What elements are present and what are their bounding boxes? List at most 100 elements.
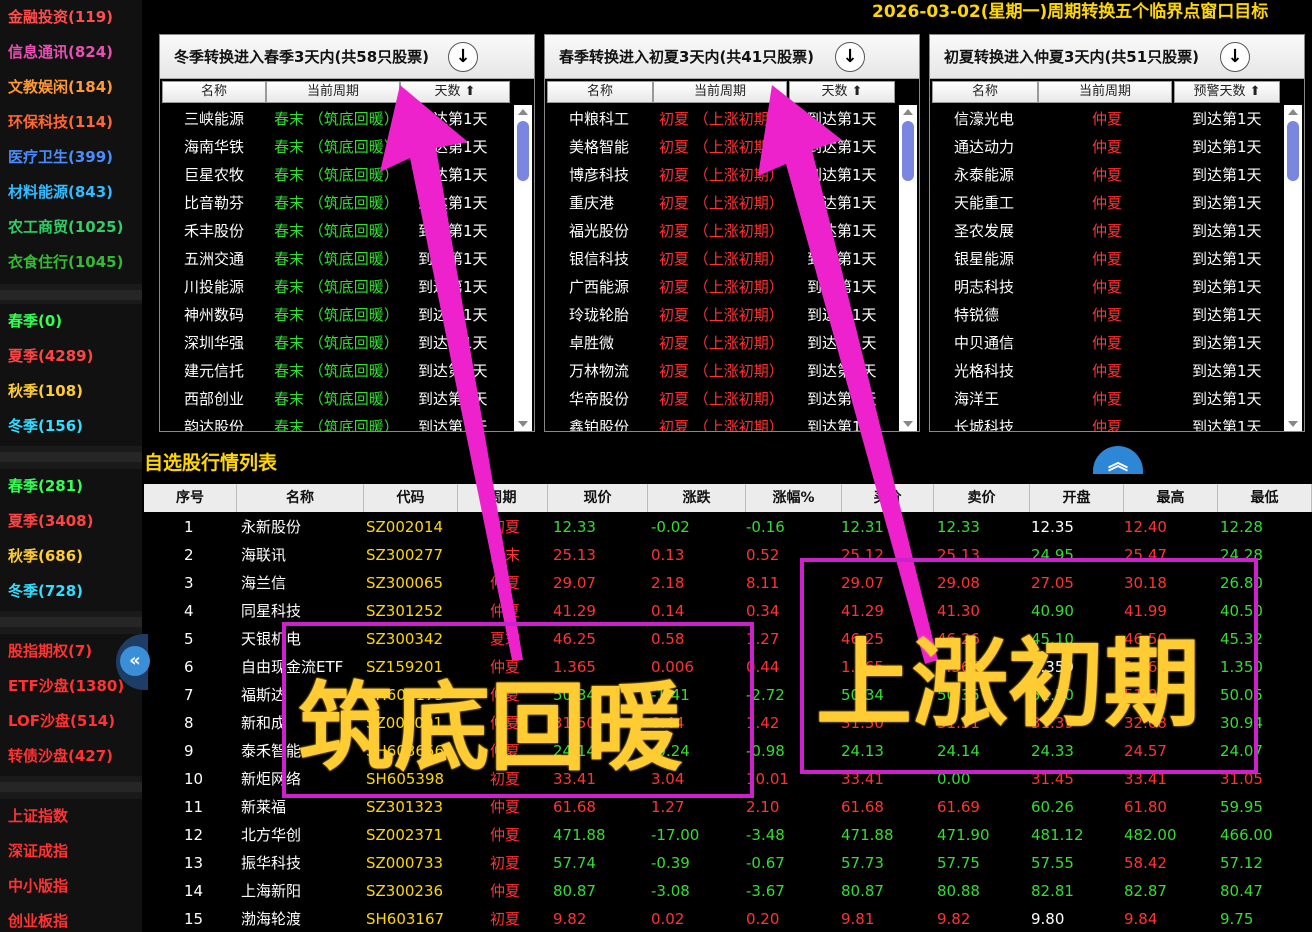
table-row[interactable]: 银星能源 仲夏 到达第1天 xyxy=(930,245,1282,273)
table-row[interactable]: 海洋王 仲夏 到达第1天 xyxy=(930,385,1282,413)
sidebar-item[interactable]: 医疗卫生(399) xyxy=(0,140,142,175)
table-row[interactable]: 五洲交通 春末 （筑底回暖） 到达第1天 xyxy=(160,245,512,273)
watchlist-column-header[interactable]: 周期 xyxy=(458,484,548,512)
scroll-up-arrow-icon[interactable] xyxy=(903,109,913,115)
watchlist-column-header[interactable]: 买价 xyxy=(842,484,934,512)
table-row[interactable]: 万林物流 初夏 （上涨初期） 到达第1天 xyxy=(545,357,897,385)
table-row[interactable]: 信濠光电 仲夏 到达第1天 xyxy=(930,105,1282,133)
table-row[interactable]: 三峡能源 春末 （筑底回暖） 到达第1天 xyxy=(160,105,512,133)
table-row[interactable]: 14 上海新阳 SZ300236 仲夏 80.87 -3.08 -3.67 80.87 80.8… xyxy=(144,877,1312,905)
table-row[interactable]: 长城科技 仲夏 到达第1天 xyxy=(930,413,1282,431)
scroll-up-arrow-icon[interactable] xyxy=(1288,109,1298,115)
scrollbar[interactable] xyxy=(514,105,532,431)
sidebar-item[interactable]: 上证指数 xyxy=(0,799,142,834)
sidebar-item[interactable]: 夏季(4289) xyxy=(0,339,142,374)
table-row[interactable]: 银信科技 初夏 （上涨初期） 到达第1天 xyxy=(545,245,897,273)
panel-column-header[interactable]: 当前周期 xyxy=(1038,81,1172,103)
table-row[interactable]: 15 渤海轮渡 SH603167 初夏 9.82 0.02 0.20 9.81 9.82 9.80… xyxy=(144,905,1312,932)
table-row[interactable]: 12 北方华创 SZ002371 仲夏 471.88 -17.00 -3.48 471.88 4… xyxy=(144,821,1312,849)
scroll-down-arrow-icon[interactable] xyxy=(903,421,913,427)
scrollbar[interactable] xyxy=(899,105,917,431)
watchlist-column-header[interactable]: 名称 xyxy=(237,484,364,512)
table-row[interactable]: 中粮科工 初夏 （上涨初期） 到达第1天 xyxy=(545,105,897,133)
sidebar-item[interactable]: 转债沙盘(427) xyxy=(0,739,142,774)
table-row[interactable]: 广西能源 初夏 （上涨初期） 到达第1天 xyxy=(545,273,897,301)
table-row[interactable]: 11 新莱福 SZ301323 仲夏 61.68 1.27 2.10 61.68 61.69 60… xyxy=(144,793,1312,821)
sidebar-item[interactable]: 金融投资(119) xyxy=(0,0,142,35)
panel-sort-button[interactable]: ↓ xyxy=(1220,42,1250,72)
sidebar-item[interactable]: 衣食住行(1045) xyxy=(0,245,142,280)
table-row[interactable]: 美格智能 初夏 （上涨初期） 到达第1天 xyxy=(545,133,897,161)
table-row[interactable]: 永泰能源 仲夏 到达第1天 xyxy=(930,161,1282,189)
table-row[interactable]: 特锐德 仲夏 到达第1天 xyxy=(930,301,1282,329)
table-row[interactable]: 深圳华强 春末 （筑底回暖） 到达第1天 xyxy=(160,329,512,357)
table-row[interactable]: 3 海兰信 SZ300065 仲夏 29.07 2.18 8.11 29.07 29.08 27.… xyxy=(144,569,1312,597)
sidebar-item[interactable]: 春季(0) xyxy=(0,304,142,339)
watchlist-column-header[interactable]: 最低 xyxy=(1218,484,1312,512)
table-row[interactable]: 禾丰股份 春末 （筑底回暖） 到达第1天 xyxy=(160,217,512,245)
sidebar-item[interactable]: 深证成指 xyxy=(0,834,142,869)
panel-column-header[interactable]: 天数 ⬆ xyxy=(789,81,895,103)
table-row[interactable]: 天能重工 仲夏 到达第1天 xyxy=(930,189,1282,217)
sidebar-item[interactable]: 冬季(156) xyxy=(0,409,142,444)
scroll-down-arrow-icon[interactable] xyxy=(518,421,528,427)
table-row[interactable]: 中贝通信 仲夏 到达第1天 xyxy=(930,329,1282,357)
scroll-down-arrow-icon[interactable] xyxy=(1288,421,1298,427)
panel-column-header[interactable]: 天数 ⬆ xyxy=(400,81,510,103)
sidebar-item[interactable]: 春季(281) xyxy=(0,469,142,504)
watchlist-toggle-button[interactable]: ︽ xyxy=(1093,446,1143,474)
table-row[interactable]: 韵达股份 春末 （筑底回暖） 到达第1天 xyxy=(160,413,512,431)
table-row[interactable]: 博彦科技 初夏 （上涨初期） 到达第1天 xyxy=(545,161,897,189)
watchlist-column-header[interactable]: 最高 xyxy=(1124,484,1218,512)
panel-sort-button[interactable]: ↓ xyxy=(448,42,478,72)
table-row[interactable]: 重庆港 初夏 （上涨初期） 到达第1天 xyxy=(545,189,897,217)
sidebar-item[interactable]: LOF沙盘(514) xyxy=(0,704,142,739)
sidebar-item[interactable]: 材料能源(843) xyxy=(0,175,142,210)
scroll-up-arrow-icon[interactable] xyxy=(518,109,528,115)
table-row[interactable]: 明志科技 仲夏 到达第1天 xyxy=(930,273,1282,301)
table-row[interactable]: 巨星农牧 春末 （筑底回暖） 到达第1天 xyxy=(160,161,512,189)
panel-column-header[interactable]: 名称 xyxy=(162,81,266,103)
table-row[interactable]: 2 海联讯 SZ300277 夏末 25.13 0.13 0.52 25.12 25.13 24.… xyxy=(144,541,1312,569)
table-row[interactable]: 卓胜微 初夏 （上涨初期） 到达第1天 xyxy=(545,329,897,357)
panel-column-header[interactable]: 名称 xyxy=(547,81,653,103)
sidebar-item[interactable]: 文教娱闲(184) xyxy=(0,70,142,105)
sidebar-item[interactable]: 创业板指 xyxy=(0,904,142,932)
table-row[interactable]: 玲珑轮胎 初夏 （上涨初期） 到达第1天 xyxy=(545,301,897,329)
sidebar-item[interactable]: 信息通讯(824) xyxy=(0,35,142,70)
sidebar-item[interactable]: 秋季(108) xyxy=(0,374,142,409)
watchlist-column-header[interactable]: 开盘 xyxy=(1030,484,1124,512)
table-row[interactable]: 13 振华科技 SZ000733 初夏 57.74 -0.39 -0.67 57.73 57.7… xyxy=(144,849,1312,877)
scrollbar[interactable] xyxy=(1284,105,1302,431)
table-row[interactable]: 通达动力 仲夏 到达第1天 xyxy=(930,133,1282,161)
panel-column-header[interactable]: 当前周期 xyxy=(653,81,787,103)
table-row[interactable]: 神州数码 春末 （筑底回暖） 到达第1天 xyxy=(160,301,512,329)
panel-column-header[interactable]: 预警天数 ⬆ xyxy=(1174,81,1280,103)
sidebar-item[interactable]: 农工商贸(1025) xyxy=(0,210,142,245)
table-row[interactable]: 华帝股份 初夏 （上涨初期） 到达第1天 xyxy=(545,385,897,413)
sidebar-item[interactable]: 环保科技(114) xyxy=(0,105,142,140)
panel-column-header[interactable]: 当前周期 xyxy=(266,81,400,103)
watchlist-column-header[interactable]: 涨幅% xyxy=(746,484,842,512)
table-row[interactable]: 光格科技 仲夏 到达第1天 xyxy=(930,357,1282,385)
sidebar-item[interactable]: 夏季(3408) xyxy=(0,504,142,539)
table-row[interactable]: 海南华铁 春末 （筑底回暖） 到达第1天 xyxy=(160,133,512,161)
scrollbar-thumb[interactable] xyxy=(517,121,529,181)
table-row[interactable]: 比音勒芬 春末 （筑底回暖） 到达第1天 xyxy=(160,189,512,217)
sidebar-item[interactable]: 冬季(728) xyxy=(0,574,142,609)
table-row[interactable]: 川投能源 春末 （筑底回暖） 到达第1天 xyxy=(160,273,512,301)
table-row[interactable]: 鑫铂股份 初夏 （上涨初期） 到达第1天 xyxy=(545,413,897,431)
sidebar-item[interactable]: 中小版指 xyxy=(0,869,142,904)
table-row[interactable]: 西部创业 春末 （筑底回暖） 到达第1天 xyxy=(160,385,512,413)
sidebar-item[interactable]: 秋季(686) xyxy=(0,539,142,574)
table-row[interactable]: 1 永新股份 SZ002014 初夏 12.33 -0.02 -0.16 12.31 12.33… xyxy=(144,513,1312,541)
panel-sort-button[interactable]: ↓ xyxy=(835,42,865,72)
table-row[interactable]: 建元信托 春末 （筑底回暖） 到达第1天 xyxy=(160,357,512,385)
panel-column-header[interactable]: 名称 xyxy=(932,81,1038,103)
table-row[interactable]: 圣农发展 仲夏 到达第1天 xyxy=(930,217,1282,245)
watchlist-column-header[interactable]: 现价 xyxy=(548,484,648,512)
watchlist-column-header[interactable]: 序号 xyxy=(144,484,237,512)
watchlist-column-header[interactable]: 涨跌 xyxy=(648,484,746,512)
table-row[interactable]: 福光股份 初夏 （上涨初期） 到达第1天 xyxy=(545,217,897,245)
scrollbar-thumb[interactable] xyxy=(902,121,914,181)
